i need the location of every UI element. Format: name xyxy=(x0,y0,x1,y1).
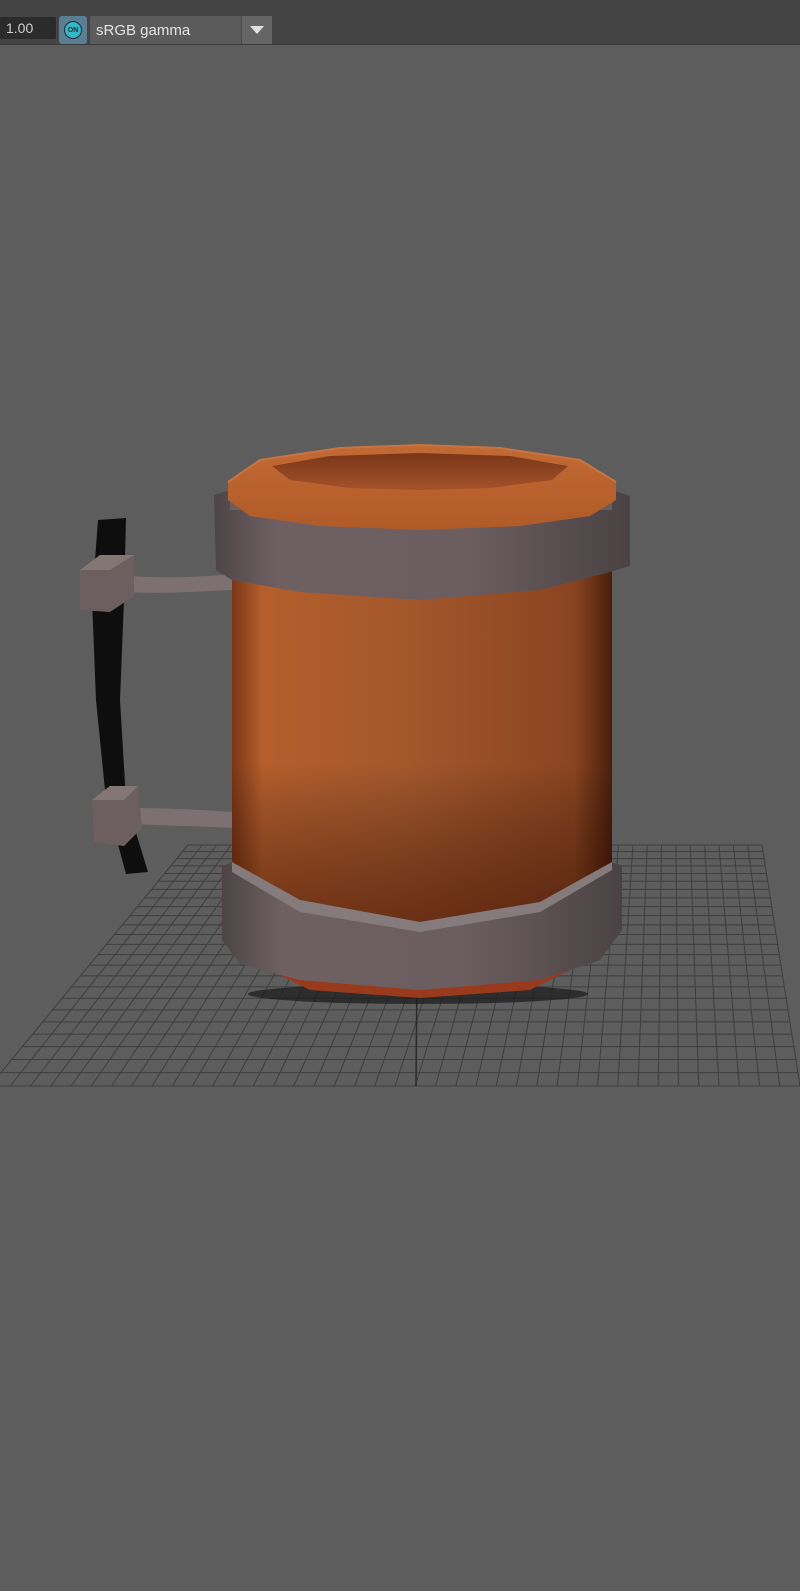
color-management-toggle-button[interactable]: ON xyxy=(59,16,87,44)
mug-body[interactable] xyxy=(214,443,630,1004)
color-management-icon: ON xyxy=(64,21,82,39)
exposure-field[interactable]: 1.00 xyxy=(0,17,56,39)
viewport-toolbar: 1.00 ON sRGB gamma xyxy=(0,0,800,45)
3d-viewport[interactable] xyxy=(0,45,800,1591)
view-transform-dropdown[interactable]: sRGB gamma xyxy=(90,16,272,44)
chevron-down-icon[interactable] xyxy=(241,16,272,44)
mug-handle[interactable] xyxy=(80,518,236,874)
view-transform-label: sRGB gamma xyxy=(96,22,191,39)
